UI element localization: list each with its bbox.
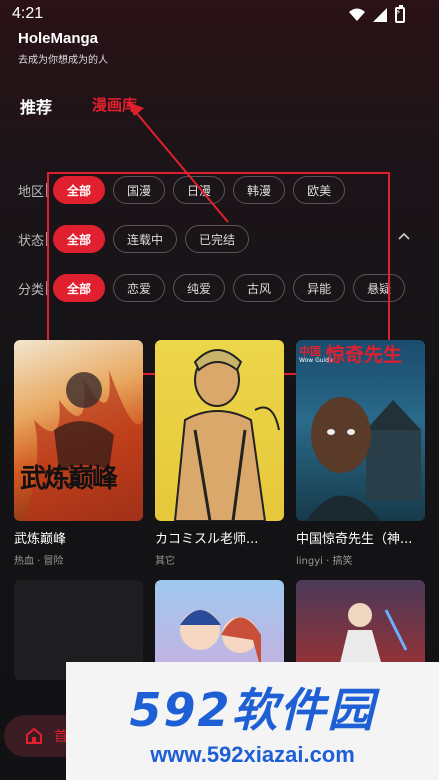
- comic-tags: 热血 · 冒险: [14, 556, 64, 567]
- tab-manga-library[interactable]: 漫画库: [92, 94, 137, 118]
- cover-title-text: 武炼巅峰: [20, 464, 118, 494]
- comic-title: カコミスル老师...: [155, 532, 259, 547]
- status-time: 4:21: [12, 5, 44, 22]
- divider: [46, 232, 47, 246]
- app-brand: HoleManga 去成为你想成为的人: [18, 30, 108, 66]
- signal-icon: [373, 8, 387, 22]
- top-tabs: 推荐 漫画库: [20, 94, 137, 118]
- comic-cover[interactable]: 武炼巅峰: [14, 340, 143, 521]
- home-icon: [26, 727, 42, 744]
- cover-title-big: 惊奇先生: [326, 344, 403, 366]
- watermark-url: www.592xiazai.com: [150, 742, 355, 767]
- status-chip-all[interactable]: 全部: [53, 225, 106, 253]
- filter-status: 状态 全部 连载中 已完结: [18, 225, 257, 253]
- filter-region-label: 地区: [18, 184, 45, 200]
- region-chip-kr[interactable]: 韩漫: [233, 176, 286, 204]
- filter-status-label: 状态: [18, 233, 45, 249]
- comic-cover[interactable]: [155, 340, 284, 521]
- region-chip-jp[interactable]: 日漫: [173, 176, 226, 204]
- wifi-icon: [349, 8, 365, 21]
- region-chip-west[interactable]: 欧美: [293, 176, 346, 204]
- category-chip-all[interactable]: 全部: [53, 274, 106, 302]
- chevron-up-icon[interactable]: [398, 230, 410, 242]
- comic-card[interactable]: 中国 Wow Guider 惊奇先生 中国惊奇先生（神... lingyi · …: [296, 340, 425, 567]
- category-chip-mystery[interactable]: 悬疑: [353, 274, 406, 302]
- status-bar: 4:21: [0, 0, 439, 28]
- status-chip-completed[interactable]: 已完结: [185, 225, 250, 253]
- app-slogan: 去成为你想成为的人: [18, 55, 108, 66]
- category-chip-romance[interactable]: 恋爱: [113, 274, 166, 302]
- category-chip-pure-love[interactable]: 纯爱: [173, 274, 226, 302]
- comic-card[interactable]: 武炼巅峰 武炼巅峰 热血 · 冒险: [14, 340, 143, 567]
- battery-icon: [395, 5, 405, 23]
- comic-title: 武炼巅峰: [14, 532, 67, 547]
- comic-card[interactable]: カコミスル老师... 其它: [155, 340, 284, 567]
- status-chip-ongoing[interactable]: 连载中: [113, 225, 178, 253]
- divider: [46, 281, 47, 295]
- cover-art-man: [306, 397, 421, 521]
- filter-region: 地区 全部 国漫 日漫 韩漫 欧美: [18, 176, 353, 204]
- comic-title: 中国惊奇先生（神...: [296, 532, 413, 547]
- watermark: 592软件园 www.592xiazai.com: [66, 662, 439, 780]
- category-chip-ancient[interactable]: 古风: [233, 274, 286, 302]
- divider: [46, 183, 47, 197]
- tab-recommend[interactable]: 推荐: [20, 94, 52, 118]
- comic-cover[interactable]: 中国 Wow Guider 惊奇先生: [296, 340, 425, 521]
- comic-tags: 其它: [155, 556, 175, 567]
- filter-category: 分类 全部 恋爱 纯爱 古风 异能 悬疑: [18, 274, 413, 302]
- app-logo: HoleManga: [18, 30, 99, 47]
- filter-category-label: 分类: [18, 282, 45, 298]
- region-chip-cn[interactable]: 国漫: [113, 176, 166, 204]
- category-chip-superpower[interactable]: 异能: [293, 274, 346, 302]
- comic-tags: lingyi · 搞笑: [296, 556, 353, 567]
- watermark-brand: 592软件园: [129, 683, 376, 737]
- cover-art-figure: [173, 349, 280, 521]
- region-chip-all[interactable]: 全部: [53, 176, 106, 204]
